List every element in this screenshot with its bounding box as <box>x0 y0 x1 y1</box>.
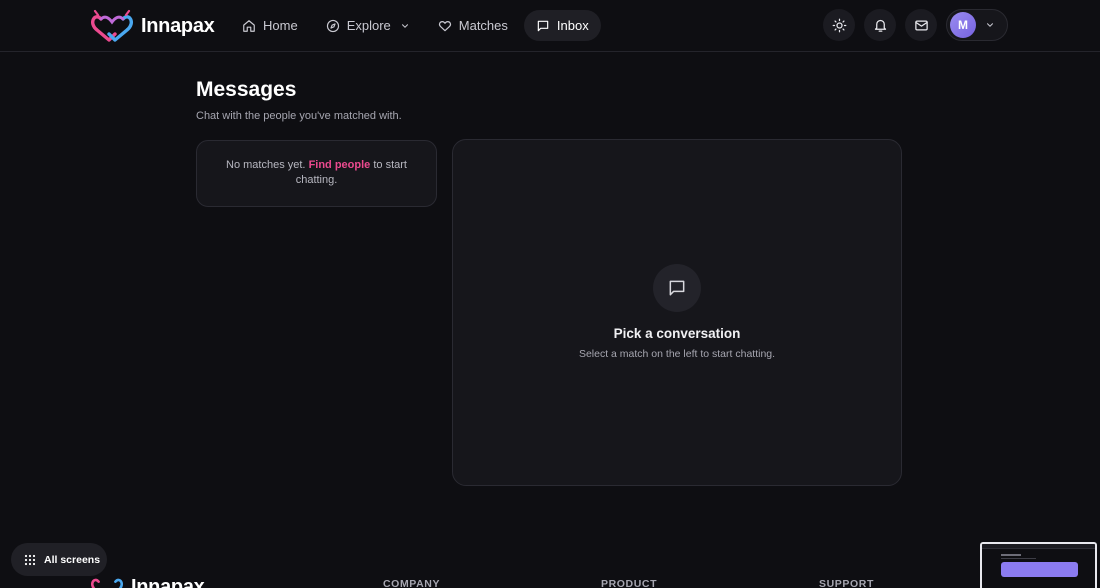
footer-heading-support: SUPPORT <box>819 578 874 588</box>
page-subtitle: Chat with the people you've matched with… <box>196 110 402 122</box>
conversation-pane: Pick a conversation Select a match on th… <box>452 139 902 486</box>
nav-inbox[interactable]: Inbox <box>523 10 601 41</box>
theme-toggle-button[interactable] <box>823 9 855 41</box>
chevron-down-icon <box>401 23 408 28</box>
conversation-placeholder-title: Pick a conversation <box>613 326 741 341</box>
top-navbar: Innapax Home Explore Matches Inbox M <box>0 0 1100 52</box>
mail-button[interactable] <box>905 9 937 41</box>
heart-logo-icon <box>91 578 123 588</box>
footer-heading-product: PRODUCT <box>601 578 658 588</box>
nav-home-label: Home <box>263 18 298 33</box>
nav-matches[interactable]: Matches <box>426 10 520 41</box>
mail-icon <box>914 20 928 30</box>
page-title: Messages <box>196 78 297 101</box>
empty-state-prefix: No matches yet. <box>226 159 306 171</box>
conversation-placeholder-icon <box>653 264 701 312</box>
brand-logo[interactable]: Innapax <box>91 9 215 43</box>
thumbnail-subtitle-line <box>1001 558 1036 559</box>
footer-heading-company: COMPANY <box>383 578 441 588</box>
bell-icon <box>874 19 886 32</box>
screen-preview-thumbnail[interactable] <box>980 542 1097 588</box>
message-square-icon <box>669 280 685 296</box>
nav-matches-label: Matches <box>458 18 508 33</box>
thumbnail-card <box>1001 562 1078 577</box>
conversation-placeholder-subtitle: Select a match on the left to start chat… <box>578 348 776 360</box>
thumbnail-title-line <box>1001 554 1021 556</box>
avatar: M <box>950 12 976 38</box>
home-icon <box>243 19 255 32</box>
nav-inbox-label: Inbox <box>556 18 589 33</box>
main-nav: Home Explore Matches Inbox <box>230 10 601 41</box>
matches-list-empty: No matches yet. Find people to start cha… <box>196 140 437 207</box>
sun-icon <box>832 18 846 32</box>
footer-brand-name: Innapax <box>131 575 205 588</box>
heart-icon <box>438 20 451 31</box>
profile-menu-button[interactable]: M <box>946 9 1008 41</box>
brand-name: Innapax <box>141 14 215 37</box>
thumbnail-topbar <box>982 544 1095 549</box>
nav-home[interactable]: Home <box>230 10 310 41</box>
message-square-icon <box>537 20 549 31</box>
compass-icon <box>326 19 339 32</box>
nav-explore-label: Explore <box>346 18 391 33</box>
header-actions: M <box>823 9 1008 41</box>
find-people-link[interactable]: Find people <box>309 159 371 171</box>
chevron-down-icon <box>986 23 994 27</box>
all-screens-label: All screens <box>44 553 101 566</box>
grid-icon <box>24 554 36 565</box>
notifications-button[interactable] <box>864 9 896 41</box>
all-screens-button[interactable]: All screens <box>11 543 107 576</box>
footer-brand[interactable]: Innapax <box>91 574 205 588</box>
nav-explore[interactable]: Explore <box>314 10 422 41</box>
heart-logo-icon <box>91 9 133 42</box>
